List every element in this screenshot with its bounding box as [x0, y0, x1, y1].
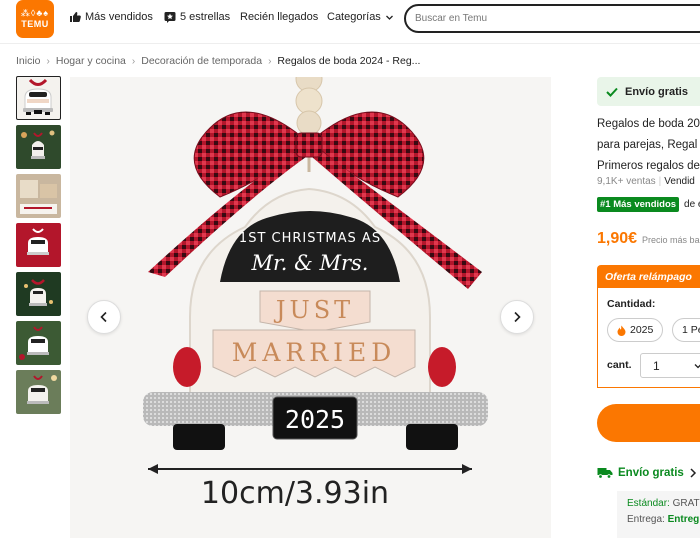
license-plate-text: 2025 [285, 405, 345, 434]
logo-glyphs: ⁂◊♣♠ [20, 8, 50, 18]
sales-info: 9,1K+ ventas | Vendid [597, 176, 695, 187]
price: 1,90€ [597, 230, 638, 247]
quantity-label: Cantidad: [607, 298, 656, 310]
nav-best-sellers-label: Más vendidos [85, 11, 153, 23]
thumbnail[interactable] [16, 272, 61, 316]
ornament-text-married: MARRIED [232, 338, 396, 367]
thumbnail[interactable] [16, 370, 61, 414]
thumbnail[interactable] [16, 321, 61, 365]
nav-new-arrivals-label: Recién llegados [240, 11, 319, 23]
product-title-line: Regalos de boda 20 [597, 118, 700, 130]
breadcrumb-home-kitchen[interactable]: Hogar y cocina [56, 55, 126, 67]
nav-best-sellers[interactable]: Más vendidos [69, 11, 153, 23]
thumbnail[interactable] [16, 174, 61, 218]
ornament-text-mr-mrs: Mr. & Mrs. [251, 251, 369, 275]
free-shipping-link-label: Envío gratis [618, 467, 684, 479]
search-input[interactable] [415, 13, 675, 24]
quantity-select-label: cant. [607, 359, 632, 371]
option-second-label: 1 Pe [682, 324, 700, 336]
ornament-text-top: 1ST CHRISTMAS AS [239, 231, 381, 246]
check-icon [606, 87, 618, 97]
temu-logo[interactable]: ⁂◊♣♠ TEMU [16, 0, 54, 38]
dark-tree-thumb [24, 279, 53, 306]
delivery-value: Entreg [667, 514, 700, 525]
greenery-thumb [27, 375, 57, 404]
price-note: Precio más ba [642, 235, 700, 245]
dimension-label: 10cm/3.93in [201, 476, 389, 511]
chevron-down-icon [385, 15, 393, 20]
ornament-tree-thumb [19, 326, 49, 360]
chevron-right-icon [690, 468, 696, 478]
nav-new-arrivals[interactable]: Recién llegados [240, 11, 318, 23]
thumbnail[interactable] [16, 223, 61, 267]
nav-five-stars[interactable]: 5 estrellas [164, 11, 230, 23]
add-to-cart-button[interactable] [597, 404, 700, 442]
logo-text: TEMU [21, 19, 49, 29]
breadcrumb-home[interactable]: Inicio [16, 55, 41, 67]
breadcrumb-chevron-icon: › [268, 55, 272, 67]
bestseller-badge: #1 Más vendidos [597, 197, 680, 212]
chevron-down-icon [694, 363, 700, 368]
separator: | [658, 176, 662, 187]
thumbs-up-icon [70, 12, 81, 22]
previous-image-button[interactable] [87, 300, 121, 334]
nav-categories[interactable]: Categorías [327, 11, 394, 23]
thumbnail[interactable] [16, 76, 61, 120]
nav-categories-label: Categorías [327, 11, 381, 23]
breadcrumb-current: Regalos de boda 2024 - Reg... [277, 55, 421, 67]
red-background-thumb [27, 228, 49, 255]
car-ornament-illustration: 1ST CHRISTMAS AS Mr. & Mrs. JUST MARRIED… [143, 77, 488, 511]
search-box[interactable] [404, 4, 700, 33]
chevron-right-icon [514, 311, 521, 323]
car-ornament-thumb [23, 78, 53, 115]
standard-shipping-value: GRAT [672, 498, 700, 509]
tree-scene-thumb [21, 130, 55, 159]
bestseller-row: #1 Más vendidos de es [597, 197, 700, 212]
free-shipping-banner: Envío gratis [597, 77, 700, 106]
star-badge-icon [164, 12, 176, 23]
ornament-text-just: JUST [273, 296, 354, 324]
standard-shipping-label: Estándar: [627, 498, 670, 509]
product-title-line: para parejas, Regal [597, 139, 698, 151]
breadcrumb: Inicio › Hogar y cocina › Decoración de … [16, 55, 420, 67]
product-title: Regalos de boda 20 para parejas, Regal P… [597, 114, 700, 177]
top-header: ⁂◊♣♠ TEMU Más vendidos 5 estrellas Recié… [0, 0, 700, 40]
price-row: 1,90€ Precio más ba [597, 230, 700, 248]
breadcrumb-chevron-icon: › [46, 55, 50, 67]
bestseller-category[interactable]: de es [684, 199, 700, 210]
packaging-thumb [20, 180, 57, 214]
flash-sale-label: Oferta relámpago [605, 270, 692, 283]
breadcrumb-chevron-icon: › [131, 55, 136, 67]
delivery-label: Entrega: [627, 514, 665, 525]
thumbnail-strip [16, 76, 61, 419]
option-second-button[interactable]: 1 Pe [672, 318, 700, 342]
breadcrumb-seasonal-decor[interactable]: Decoración de temporada [141, 55, 262, 67]
flame-icon [617, 325, 626, 336]
nav-five-stars-label: 5 estrellas [180, 11, 231, 23]
sales-count: 9,1K+ ventas [597, 176, 656, 187]
free-shipping-link[interactable]: Envío gratis [597, 467, 697, 479]
option-2025-button[interactable]: 2025 [607, 318, 664, 342]
header-divider [0, 43, 700, 44]
thumbnail[interactable] [16, 125, 61, 169]
quantity-value: 1 [653, 358, 660, 373]
next-image-button[interactable] [500, 300, 534, 334]
shipping-details: Estándar: GRAT Entrega: Entreg [617, 491, 700, 538]
sold-by-link[interactable]: Vendid [664, 176, 695, 187]
option-2025-label: 2025 [630, 324, 654, 336]
chevron-left-icon [100, 311, 107, 323]
product-title-line: Primeros regalos de [597, 160, 700, 172]
free-shipping-banner-label: Envío gratis [625, 85, 688, 98]
flash-sale-banner: Oferta relámpago [597, 265, 700, 288]
main-product-image[interactable]: 1ST CHRISTMAS AS Mr. & Mrs. JUST MARRIED… [70, 77, 551, 538]
quantity-select[interactable]: 1 [640, 353, 700, 378]
truck-icon [597, 468, 613, 479]
